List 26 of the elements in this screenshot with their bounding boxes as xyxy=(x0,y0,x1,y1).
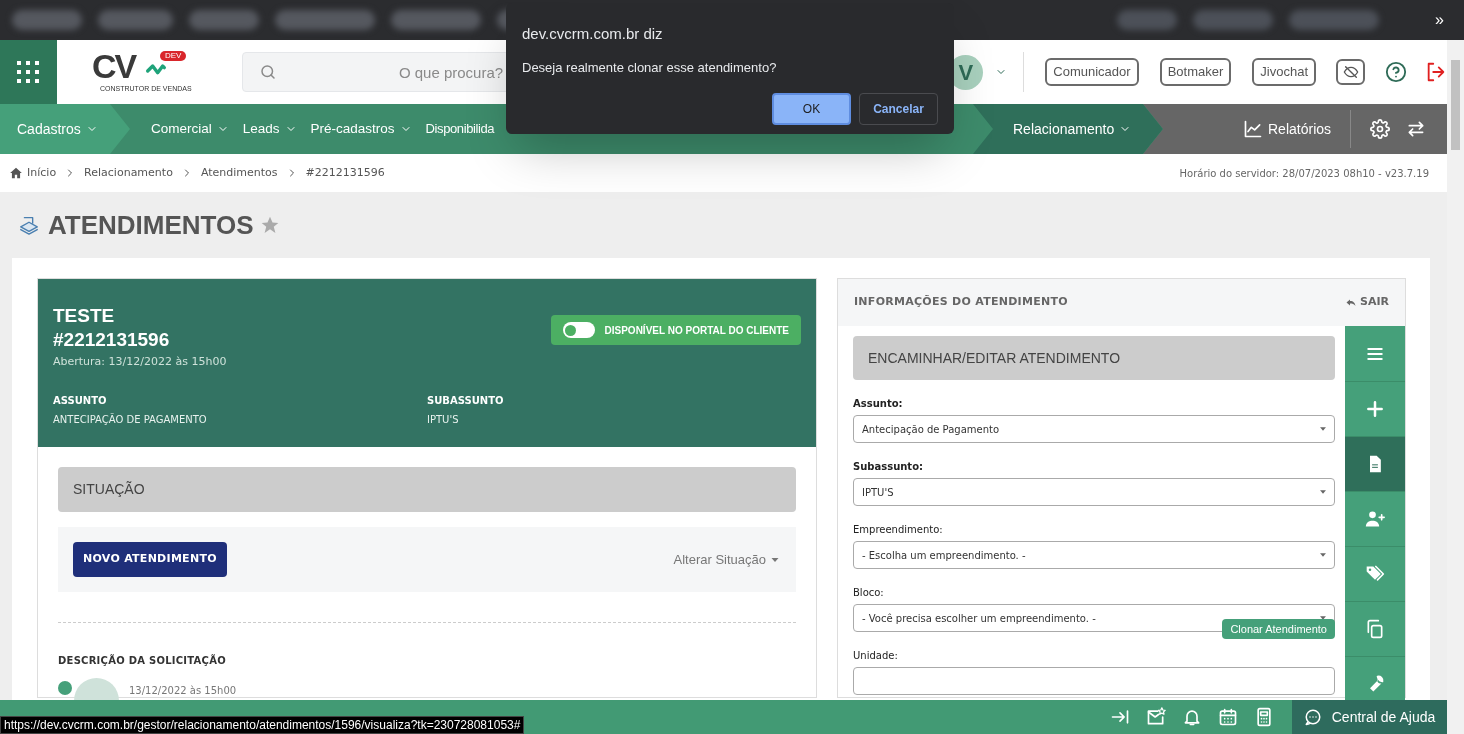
field-label: Subassunto: xyxy=(853,460,924,474)
logo-badge: DEV xyxy=(159,51,187,61)
field-label: Unidade: xyxy=(853,649,898,663)
status-url: https://dev.cvcrm.com.br/gestor/relacionamento/atendimentos/1596/visualiza?tk=230728081053# xyxy=(0,716,525,734)
tooltip: Clonar Atendimento xyxy=(1222,619,1335,639)
dialog-title: dev.cvcrm.com.br diz xyxy=(522,24,664,44)
field-label: Empreendimento: xyxy=(853,523,943,537)
ticket-name: TESTE xyxy=(53,304,115,328)
section-heading: DESCRIÇÃO DA SOLICITAÇÃO xyxy=(58,653,227,668)
section-header: ENCAMINHAR/EDITAR ATENDIMENTO xyxy=(853,336,1335,380)
logo-mark: CV xyxy=(91,49,136,83)
breadcrumb-current: #2212131596 xyxy=(305,164,385,181)
field-value: ANTECIPAÇÃO DE PAGAMENTO xyxy=(53,412,208,427)
section-header: SITUAÇÃO xyxy=(58,467,796,512)
panel-title: INFORMAÇÕES DO ATENDIMENTO xyxy=(854,294,1068,311)
field-label: Assunto: xyxy=(853,397,903,411)
field-label: Bloco: xyxy=(853,586,884,600)
field-label: ASSUNTO xyxy=(53,393,108,408)
dialog-message: Deseja realmente clonar esse atendimento? xyxy=(522,58,778,77)
server-time: Horário do servidor: 28/07/2023 08h10 - v23.7.19 xyxy=(1179,166,1429,181)
opening-date: Abertura: 13/12/2022 às 15h00 xyxy=(53,354,228,370)
field-label: SUBASSUNTO xyxy=(427,393,505,408)
field-value: IPTU'S xyxy=(427,412,460,427)
page-title: ATENDIMENTOS xyxy=(48,208,254,242)
ticket-number: #2212131596 xyxy=(53,328,170,352)
entry-date: 13/12/2022 às 15h00 xyxy=(129,684,237,698)
